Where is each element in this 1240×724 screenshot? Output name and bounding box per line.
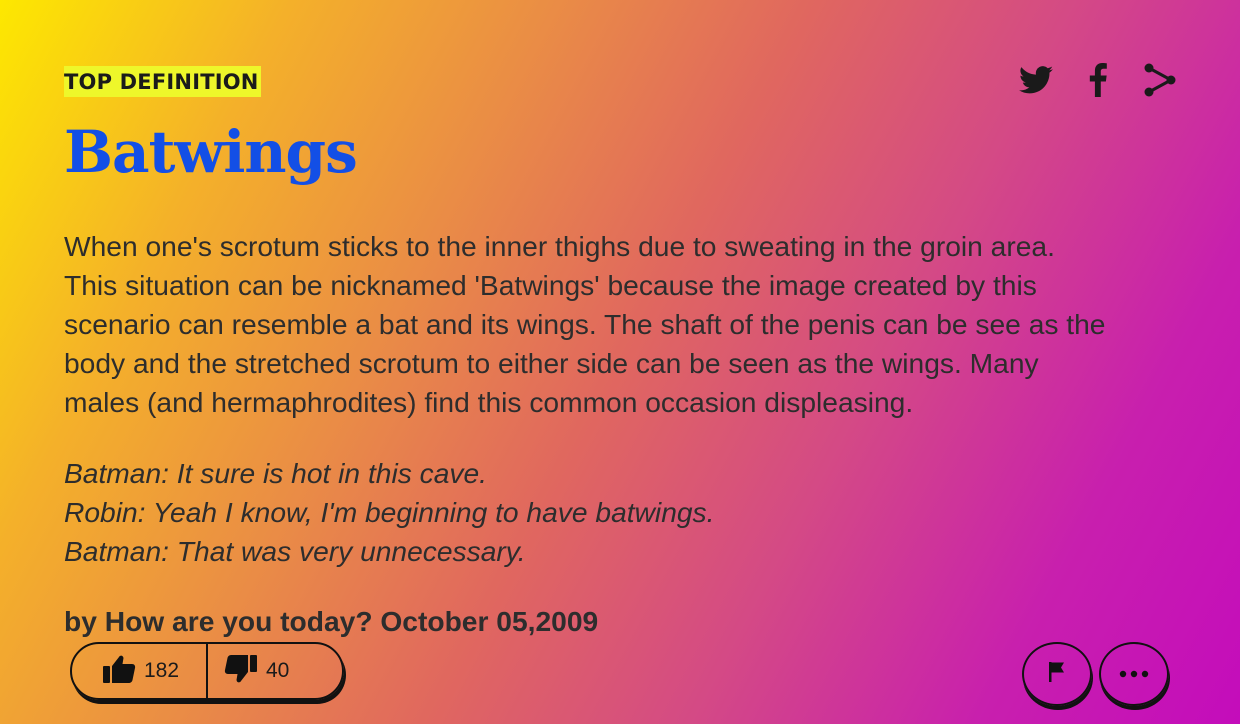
upvote-button[interactable]: 182 [72, 644, 208, 698]
meaning-line: males (and hermaphrodites) find this com… [64, 386, 914, 418]
meaning-line: scenario can resemble a bat and its wing… [64, 308, 1106, 340]
example-line: Robin: Yeah I know, I'm beginning to hav… [64, 496, 715, 528]
share-bar [1018, 60, 1178, 100]
thumbs-up-icon [102, 654, 136, 689]
definition-meaning: When one's scrotum sticks to the inner t… [64, 227, 1174, 422]
meaning-line: This situation can be nicknamed 'Batwing… [64, 269, 1037, 301]
flag-icon [1048, 661, 1066, 688]
upvote-count: 182 [144, 659, 180, 682]
downvote-count: 40 [266, 659, 290, 682]
flag-button[interactable] [1022, 642, 1092, 706]
ellipsis-icon [1119, 665, 1149, 683]
definition-word[interactable]: Batwings [64, 116, 358, 188]
meaning-line: body and the stretched scrotum to either… [64, 347, 1039, 379]
vote-buttons: 182 40 [70, 642, 344, 700]
contributor-line[interactable]: by How are you today? October 05,2009 [64, 602, 598, 640]
example-line: Batman: That was very unnecessary. [64, 535, 526, 567]
downvote-button[interactable]: 40 [208, 644, 289, 698]
example-line: Batman: It sure is hot in this cave. [64, 457, 488, 489]
top-definition-badge: TOP DEFINITION [64, 66, 261, 97]
meaning-line: When one's scrotum sticks to the inner t… [64, 230, 1055, 262]
thumbs-down-icon [224, 654, 258, 689]
more-options-button[interactable] [1099, 642, 1169, 706]
definition-example: Batman: It sure is hot in this cave. Rob… [64, 454, 1174, 571]
share-icon[interactable] [1142, 60, 1178, 100]
facebook-icon[interactable] [1080, 60, 1116, 100]
twitter-icon[interactable] [1018, 60, 1054, 100]
